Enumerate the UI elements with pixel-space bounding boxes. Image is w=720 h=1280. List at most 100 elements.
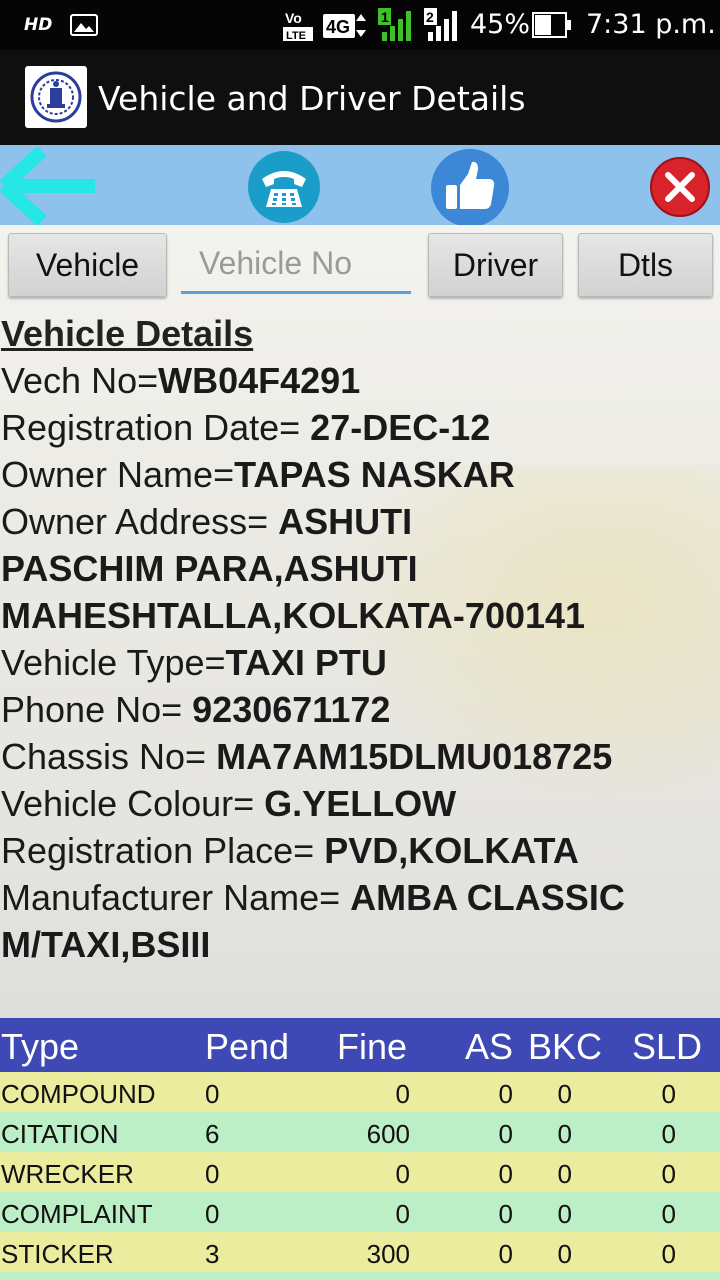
sim2-signal-icon: 2 [424, 8, 462, 42]
cell-type: CITATION [1, 1119, 119, 1149]
app-bar: Vehicle and Driver Details [0, 50, 720, 145]
owner-address-line1: ASHUTI [278, 501, 413, 542]
action-toolbar [0, 145, 720, 228]
chassis-value: MA7AM15DLMU018725 [216, 736, 613, 777]
cell-bkc: 0 [557, 1119, 572, 1149]
vech-no-label: Vech No= [1, 360, 159, 401]
cell-bkc: 0 [557, 1079, 572, 1109]
table-row[interactable]: WRECKER 0 0 0 0 0 [0, 1152, 720, 1192]
network-4g-text: 4G [326, 17, 350, 37]
cell-fine: 0 [395, 1199, 410, 1229]
owner-name-label: Owner Name= [1, 454, 235, 495]
vehicle-details-heading: Vehicle Details [1, 313, 254, 354]
battery-icon [532, 12, 571, 38]
header-pend: Pend [205, 1026, 290, 1067]
cell-sld: 0 [661, 1199, 676, 1229]
registration-date-row: Registration Date= 27-DEC-12 [1, 404, 716, 451]
cell-fine: 0 [395, 1079, 410, 1109]
sim2-number: 2 [426, 9, 434, 25]
network-4g-icon: 4G [322, 10, 370, 42]
cell-fine: 0 [395, 1159, 410, 1189]
police-logo-icon [25, 66, 87, 128]
vehicle-button[interactable]: Vehicle [8, 233, 167, 297]
sim1-signal-icon: 1 [378, 8, 416, 42]
cell-sld: 0 [661, 1119, 676, 1149]
close-icon[interactable] [650, 157, 710, 217]
table-row[interactable]: STICKER 3 300 0 0 0 [0, 1232, 720, 1272]
cell-as: 0 [498, 1159, 513, 1189]
cell-as: 0 [498, 1199, 513, 1229]
vech-no-row: Vech No=WB04F4291 [1, 357, 716, 404]
vehicle-details: Vehicle Details Vech No=WB04F4291 Regist… [1, 310, 716, 968]
header-fine: Fine [337, 1026, 408, 1067]
cell-sld: 0 [661, 1159, 676, 1189]
cell-type: COMPOUND [1, 1079, 156, 1109]
cell-type: STICKER [1, 1239, 114, 1269]
gallery-icon [70, 14, 98, 36]
battery-percent: 45% [470, 9, 531, 40]
phone-value: 9230671172 [192, 689, 391, 730]
cell-type: COMPLAINT [1, 1199, 153, 1229]
dtls-button[interactable]: Dtls [578, 233, 713, 297]
clock: 7:31 p.m. [586, 9, 716, 40]
cell-sld: 0 [661, 1079, 676, 1109]
manufacturer-value-line1: AMBA CLASSIC [350, 877, 625, 918]
phone-row: Phone No= 9230671172 [1, 686, 716, 733]
cell-bkc: 0 [557, 1199, 572, 1229]
thumbs-up-icon[interactable] [430, 148, 510, 228]
cell-pend: 0 [205, 1079, 220, 1109]
cell-type: WRECKER [1, 1159, 134, 1189]
cell-as: 0 [498, 1119, 513, 1149]
registration-date-label: Registration Date= [1, 407, 311, 448]
owner-address-row: Owner Address= ASHUTI [1, 498, 716, 545]
volte-icon: Vo LTE [282, 8, 314, 42]
header-bkc: BKC [528, 1026, 603, 1067]
chassis-label: Chassis No= [1, 736, 217, 777]
cell-pend: 0 [205, 1159, 220, 1189]
cell-as: 0 [498, 1239, 513, 1269]
chassis-row: Chassis No= MA7AM15DLMU018725 [1, 733, 716, 780]
vehicle-no-input[interactable] [181, 236, 411, 294]
status-bar: HD Vo LTE 4G 1 2 45% 7:31 p.m. [0, 0, 720, 50]
back-arrow-icon[interactable] [0, 147, 100, 225]
table-row[interactable]: COMPOUND 0 0 0 0 0 [0, 1072, 720, 1112]
driver-button[interactable]: Driver [428, 233, 563, 297]
manufacturer-label: Manufacturer Name= [1, 877, 351, 918]
cell-bkc: 0 [557, 1239, 572, 1269]
cell-pend: 3 [205, 1239, 220, 1269]
sim1-number: 1 [381, 9, 389, 25]
hd-indicator: HD [24, 15, 53, 35]
screen: HD Vo LTE 4G 1 2 45% 7:31 p.m. Vehicle a… [0, 0, 720, 1280]
table-header: Type Pend Fine AS BKC SLD [0, 1018, 720, 1072]
owner-name-row: Owner Name=TAPAS NASKAR [1, 451, 716, 498]
table-row[interactable]: COMPLAINT 0 0 0 0 0 [0, 1192, 720, 1232]
vehicle-colour-value: G.YELLOW [264, 783, 457, 824]
registration-place-label: Registration Place= [1, 830, 325, 871]
header-sld: SLD [632, 1026, 703, 1067]
volte-bottom-text: LTE [286, 30, 306, 42]
cell-pend: 0 [205, 1199, 220, 1229]
app-title: Vehicle and Driver Details [98, 79, 526, 118]
phone-label: Phone No= [1, 689, 193, 730]
offence-table: Type Pend Fine AS BKC SLD COMPOUND 0 0 0… [0, 1018, 720, 1280]
cell-as: 0 [498, 1079, 513, 1109]
owner-address-line3: MAHESHTALLA,KOLKATA-700141 [1, 595, 586, 636]
cell-pend: 6 [205, 1119, 220, 1149]
vech-no-value: WB04F4291 [158, 360, 361, 401]
registration-place-value: PVD,KOLKATA [324, 830, 579, 871]
volte-top-text: Vo [285, 10, 302, 26]
cell-sld: 0 [661, 1239, 676, 1269]
vehicle-type-label: Vehicle Type= [1, 642, 226, 683]
header-as: AS [465, 1026, 514, 1067]
header-type: Type [1, 1026, 80, 1067]
manufacturer-value-line2: M/TAXI,BSIII [1, 924, 211, 965]
vehicle-type-row: Vehicle Type=TAXI PTU [1, 639, 716, 686]
owner-address-label: Owner Address= [1, 501, 279, 542]
table-row[interactable]: CITATION 6 600 0 0 0 [0, 1112, 720, 1152]
phone-icon[interactable] [247, 150, 321, 224]
registration-place-row: Registration Place= PVD,KOLKATA [1, 827, 716, 874]
registration-date-value: 27-DEC-12 [310, 407, 491, 448]
owner-name-value: TAPAS NASKAR [234, 454, 515, 495]
owner-address-line2: PASCHIM PARA,ASHUTI [1, 548, 418, 589]
vehicle-colour-row: Vehicle Colour= G.YELLOW [1, 780, 716, 827]
